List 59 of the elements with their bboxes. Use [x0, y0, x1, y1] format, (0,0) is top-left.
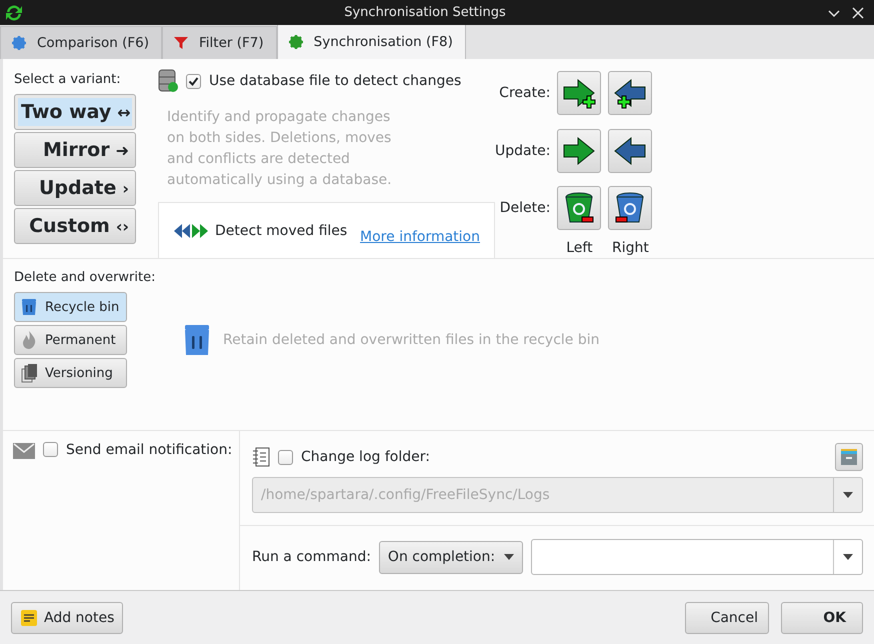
variant-button[interactable]: Update › — [14, 170, 136, 206]
arrow-plus-icon — [613, 76, 648, 110]
direction-label: Update: — [495, 142, 550, 159]
deletion-description: Retain deleted and overwritten files in the recycle bin — [223, 332, 600, 348]
variant-button[interactable]: Mirror ➜ — [14, 132, 136, 168]
variant-button[interactable]: Two way ↔ — [14, 94, 136, 130]
gear-icon — [288, 34, 304, 50]
sync-icon — [4, 2, 24, 22]
deletion-option-button[interactable]: Versioning — [14, 358, 127, 388]
direction-button[interactable] — [557, 128, 602, 173]
direction-button[interactable] — [557, 71, 602, 116]
gear-icon — [11, 35, 27, 51]
direction-label: Create: — [498, 85, 550, 102]
checkbox[interactable] — [278, 450, 293, 464]
tab[interactable]: Filter (F7) — [162, 26, 277, 59]
notebook-icon — [252, 447, 270, 467]
moved-files-label: Detect moved files — [215, 222, 348, 238]
caret-icon — [504, 554, 514, 560]
checkbox[interactable] — [43, 442, 58, 457]
more-information-link[interactable]: More information — [360, 228, 480, 244]
envelope-icon — [13, 443, 35, 459]
tab[interactable]: Comparison (F6) — [0, 26, 162, 59]
trigger-dropdown[interactable]: On completion: — [378, 540, 524, 574]
direction-button[interactable] — [557, 186, 602, 230]
deletion-label: Delete and overwrite: — [14, 270, 156, 285]
window-title: Synchronisation Settings — [343, 5, 507, 20]
side-label: Left — [565, 240, 594, 256]
arrow-plus-icon — [562, 76, 596, 110]
email-label: Send email notification: — [66, 442, 232, 458]
close-icon[interactable] — [850, 4, 866, 20]
trash-icon — [19, 297, 39, 317]
documents-icon — [19, 363, 39, 383]
deletion-option-button[interactable]: Permanent — [14, 325, 127, 355]
log-folder-label: Change log folder: — [301, 449, 430, 465]
checkbox[interactable] — [186, 74, 201, 88]
variant-button[interactable]: Custom ‹› — [14, 208, 136, 244]
direction-button[interactable] — [608, 128, 652, 173]
variant-label: Select a variant: — [14, 72, 122, 87]
side-label: Right — [610, 240, 650, 256]
command-label: Run a command: — [252, 549, 371, 565]
archive-icon — [839, 447, 859, 467]
add-notes-button[interactable]: Add notes — [11, 602, 124, 634]
browse-folder-button[interactable] — [835, 443, 863, 471]
note-icon — [20, 608, 38, 626]
database-icon — [158, 69, 178, 93]
deletion-option-button[interactable]: Recycle bin — [14, 292, 127, 322]
direction-button[interactable] — [608, 71, 652, 116]
ok-button[interactable]: OK — [781, 602, 863, 634]
caret-icon — [843, 554, 853, 560]
caret-icon — [843, 492, 853, 498]
database-label: Use database file to detect changes — [209, 73, 462, 89]
double-arrow-icon — [173, 222, 209, 238]
direction-button[interactable] — [608, 186, 652, 230]
filter-icon — [173, 35, 190, 51]
cancel-button[interactable]: Cancel — [685, 602, 769, 634]
direction-label: Delete: — [498, 200, 550, 216]
trash-icon — [183, 324, 211, 356]
tab[interactable]: Synchronisation (F8) — [276, 24, 466, 59]
variant-description: Identify and propagate changes on both sides. Deletions, moves and conflicts are detected automatically using a database. — [167, 108, 393, 190]
